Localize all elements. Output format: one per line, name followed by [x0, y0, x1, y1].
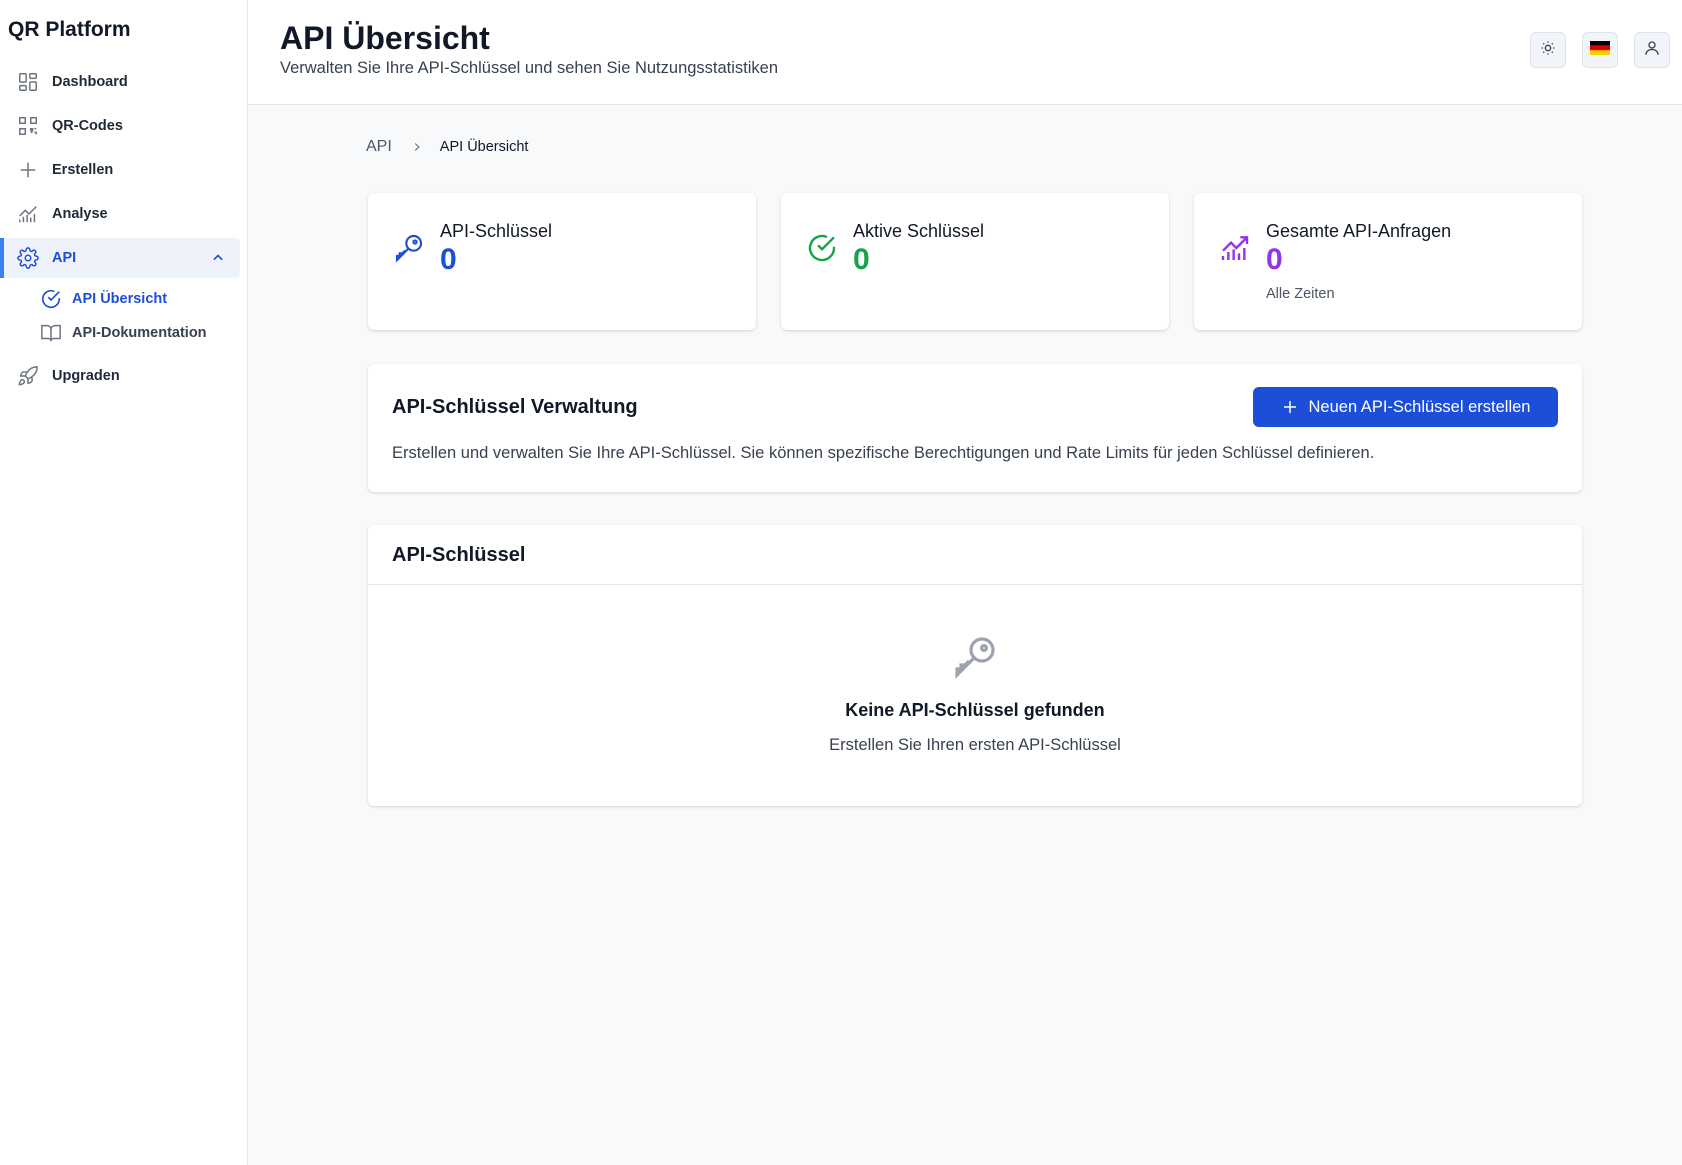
page-header: API Übersicht Verwalten Sie Ihre API-Sch…	[248, 0, 1682, 105]
stat-label: Gesamte API-Anfragen	[1266, 221, 1452, 241]
key-icon	[392, 231, 426, 265]
create-button-label: Neuen API-Schlüssel erstellen	[1308, 397, 1531, 416]
language-button[interactable]	[1582, 32, 1618, 68]
sidebar: QR Platform Dashboard QR-Codes Erstellen…	[0, 0, 248, 1165]
chart-icon	[16, 202, 40, 226]
sidebar-subitem-api-docs[interactable]: API-Dokumentation	[0, 316, 240, 350]
sidebar-item-label: Erstellen	[52, 162, 114, 178]
check-circle-icon	[805, 231, 839, 265]
sidebar-item-api[interactable]: API	[0, 238, 240, 278]
sidebar-item-label: API	[52, 250, 77, 266]
sun-icon	[1540, 40, 1556, 61]
theme-toggle-button[interactable]	[1530, 32, 1566, 68]
book-icon	[40, 322, 62, 344]
stat-sublabel: Alle Zeiten	[1266, 286, 1335, 302]
stat-card-active-keys: Aktive Schlüssel 0	[781, 193, 1169, 330]
stat-card-api-keys: API-Schlüssel 0	[368, 193, 756, 330]
plus-icon	[1281, 398, 1299, 416]
page-subtitle: Verwalten Sie Ihre API-Schlüssel und seh…	[280, 59, 779, 77]
management-title: API-Schlüssel Verwaltung	[392, 396, 638, 418]
breadcrumb-root[interactable]: API	[366, 138, 392, 156]
sidebar-item-qr-codes[interactable]: QR-Codes	[0, 106, 240, 146]
breadcrumb: API API Übersicht	[366, 138, 528, 156]
keys-title: API-Schlüssel	[392, 544, 526, 566]
gear-icon	[16, 246, 40, 270]
user-icon	[1643, 39, 1661, 62]
sidebar-item-dashboard[interactable]: Dashboard	[0, 62, 240, 102]
stat-label: API-Schlüssel	[440, 221, 553, 241]
sidebar-subitem-label: API Übersicht	[72, 291, 168, 307]
user-menu-button[interactable]	[1634, 32, 1670, 68]
qr-code-icon	[16, 114, 40, 138]
brand-title: QR Platform	[8, 18, 131, 41]
chevron-right-icon	[410, 140, 424, 154]
sidebar-subitem-api-overview[interactable]: API Übersicht	[0, 282, 240, 316]
sidebar-subitem-label: API-Dokumentation	[72, 325, 207, 341]
dashboard-grid-icon	[16, 70, 40, 94]
empty-state-title: Keine API-Schlüssel gefunden	[845, 700, 1105, 720]
stat-value: 0	[853, 243, 870, 276]
stat-card-total-requests: Gesamte API-Anfragen 0 Alle Zeiten	[1194, 193, 1582, 330]
sidebar-item-label: Upgraden	[52, 368, 120, 384]
sidebar-item-analyse[interactable]: Analyse	[0, 194, 240, 234]
sidebar-nav: Dashboard QR-Codes Erstellen Analyse API	[0, 62, 248, 400]
sidebar-item-erstellen[interactable]: Erstellen	[0, 150, 240, 190]
rocket-icon	[16, 364, 40, 388]
management-description: Erstellen und verwalten Sie Ihre API-Sch…	[392, 444, 1375, 462]
german-flag-icon	[1590, 40, 1610, 60]
check-circle-icon	[40, 288, 62, 310]
sidebar-item-label: QR-Codes	[52, 118, 123, 134]
chevron-up-icon[interactable]	[208, 248, 228, 268]
plus-icon	[16, 158, 40, 182]
sidebar-item-label: Analyse	[52, 206, 108, 222]
stat-value: 0	[1266, 243, 1283, 276]
sidebar-item-label: Dashboard	[52, 74, 128, 90]
page-title: API Übersicht	[280, 20, 490, 56]
api-key-management-card: API-Schlüssel Verwaltung Neuen API-Schlü…	[368, 364, 1582, 492]
create-api-key-button[interactable]: Neuen API-Schlüssel erstellen	[1253, 387, 1558, 427]
stat-value: 0	[440, 243, 457, 276]
sidebar-item-upgraden[interactable]: Upgraden	[0, 356, 240, 396]
api-keys-card: API-Schlüssel Keine API-Schlüssel gefund…	[368, 525, 1582, 806]
stat-label: Aktive Schlüssel	[853, 221, 985, 241]
breadcrumb-current: API Übersicht	[439, 139, 529, 155]
keys-card-header: API-Schlüssel	[368, 525, 1582, 585]
empty-state-subtitle: Erstellen Sie Ihren ersten API-Schlüssel	[829, 736, 1121, 754]
key-icon	[951, 633, 999, 681]
chart-up-icon	[1218, 231, 1252, 265]
